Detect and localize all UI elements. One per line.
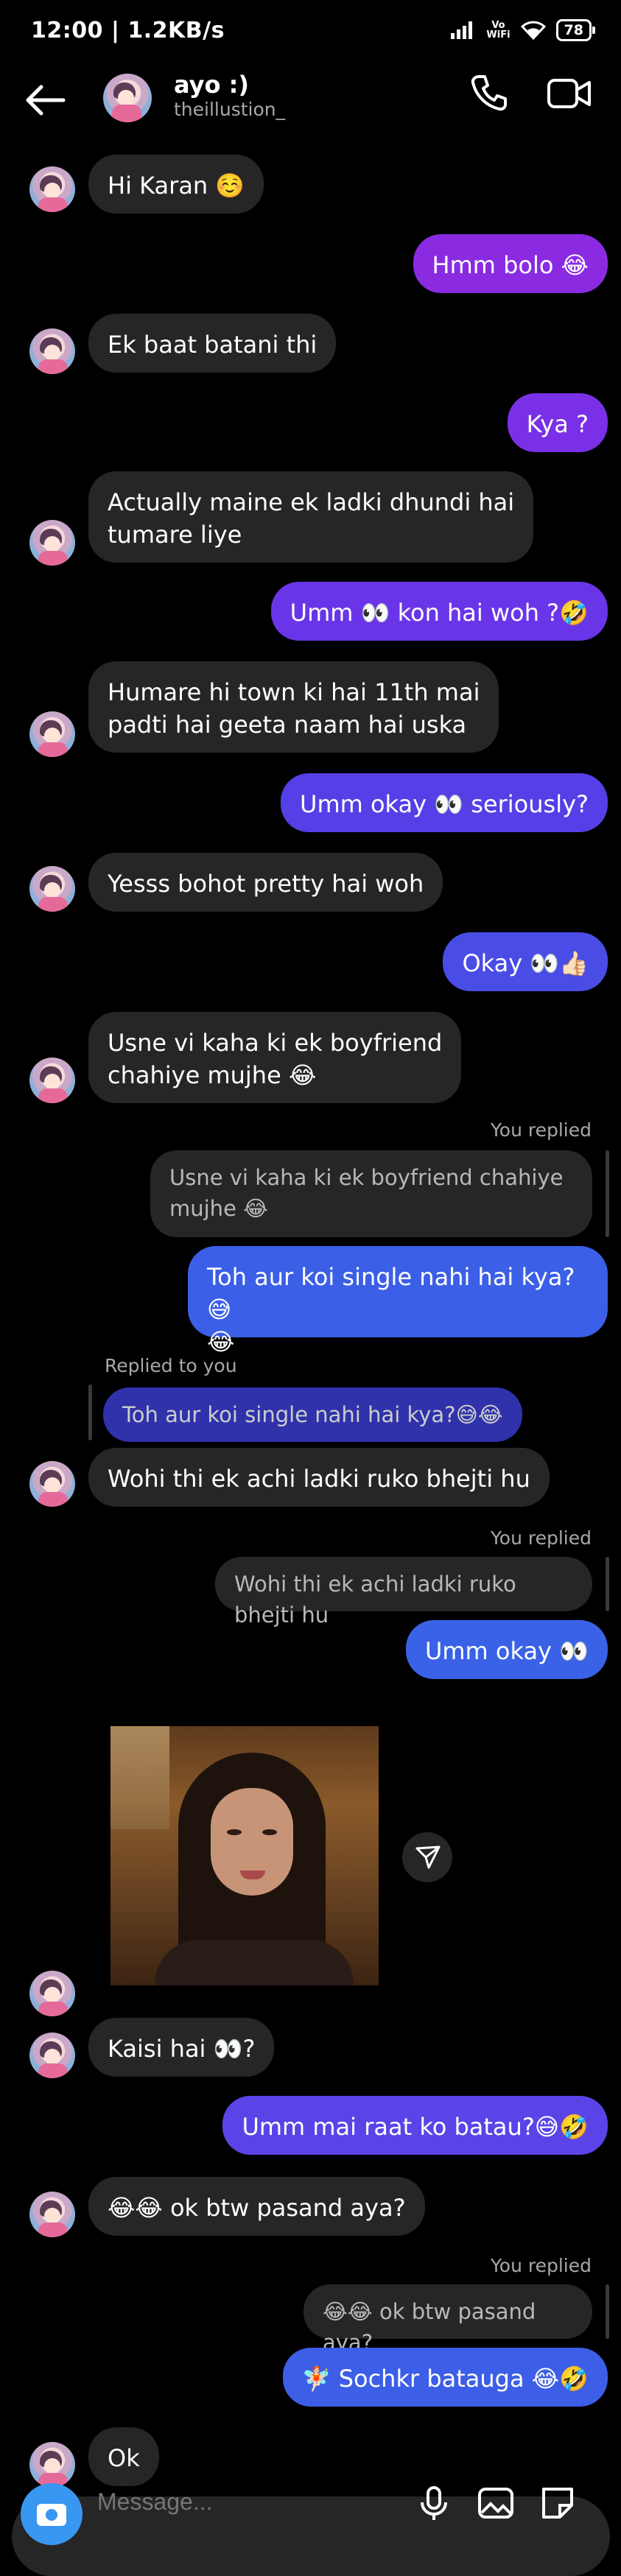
shared-photo[interactable] bbox=[110, 1726, 379, 1985]
reply-label: You replied bbox=[490, 1119, 592, 1141]
reply-bar bbox=[606, 1557, 609, 1611]
message-input[interactable] bbox=[96, 2488, 320, 2516]
incoming-message[interactable]: Hi Karan ☺️ bbox=[88, 155, 264, 214]
signal-icon bbox=[451, 21, 473, 39]
incoming-message[interactable]: Wohi thi ek achi ladki ruko bhejti hu bbox=[88, 1448, 550, 1507]
contact-username[interactable]: theillustion_ bbox=[174, 99, 285, 120]
battery-indicator: 78 bbox=[555, 19, 596, 41]
sticker-icon[interactable] bbox=[538, 2483, 578, 2523]
paper-plane-icon bbox=[415, 1845, 441, 1869]
camera-icon bbox=[37, 2504, 66, 2526]
quoted-message[interactable]: Usne vi kaha ki ek boyfriend chahiye muj… bbox=[150, 1150, 592, 1237]
sender-avatar[interactable] bbox=[29, 2192, 75, 2237]
sender-avatar[interactable] bbox=[29, 1058, 75, 1103]
sender-avatar[interactable] bbox=[29, 711, 75, 757]
clock-text: 12:00 bbox=[31, 18, 103, 43]
incoming-message[interactable]: Usne vi kaha ki ek boyfriend chahiye muj… bbox=[88, 1012, 462, 1103]
sender-avatar[interactable] bbox=[29, 520, 75, 566]
back-arrow-icon[interactable] bbox=[24, 82, 66, 118]
incoming-message[interactable]: Kaisi hai 👀? bbox=[88, 2018, 275, 2077]
sender-avatar[interactable] bbox=[29, 2033, 75, 2078]
status-time: 12:00 | 1.2KB/s bbox=[31, 18, 225, 43]
network-speed: 1.2KB/s bbox=[127, 18, 225, 43]
video-camera-icon[interactable] bbox=[547, 74, 592, 113]
outgoing-message[interactable]: Kya ? bbox=[507, 393, 608, 452]
incoming-message[interactable]: Actually maine ek ladki dhundi hai tumar… bbox=[88, 471, 534, 563]
share-button[interactable] bbox=[402, 1832, 452, 1882]
status-bar: 12:00 | 1.2KB/s Vo WiFi 78 bbox=[0, 0, 621, 66]
sender-avatar[interactable] bbox=[29, 1971, 75, 2016]
incoming-message[interactable]: Yesss bohot pretty hai woh bbox=[88, 853, 443, 912]
outgoing-message[interactable]: Okay 👀👍🏻 bbox=[443, 932, 608, 991]
status-icons: Vo WiFi 78 bbox=[451, 19, 596, 41]
camera-button[interactable] bbox=[21, 2483, 83, 2545]
sender-avatar[interactable] bbox=[29, 866, 75, 912]
reply-bar bbox=[606, 1150, 609, 1237]
outgoing-message[interactable]: Umm okay 👀 seriously? bbox=[281, 773, 608, 832]
incoming-message[interactable]: 😂😂 ok btw pasand aya? bbox=[88, 2177, 425, 2236]
header-avatar[interactable] bbox=[103, 74, 152, 122]
wifi-icon bbox=[520, 21, 546, 40]
sender-avatar[interactable] bbox=[29, 166, 75, 212]
outgoing-message[interactable]: Umm mai raat ko batau?😅🤣 bbox=[222, 2096, 608, 2155]
reply-bar bbox=[606, 2284, 609, 2339]
vowifi-bottom: WiFi bbox=[486, 29, 511, 41]
image-icon[interactable] bbox=[476, 2483, 516, 2523]
outgoing-message[interactable]: Umm 👀 kon hai woh ?🤣 bbox=[270, 582, 608, 641]
outgoing-message[interactable]: Hmm bolo 😂 bbox=[413, 234, 608, 293]
sender-avatar[interactable] bbox=[29, 2442, 75, 2488]
sender-avatar[interactable] bbox=[29, 1461, 75, 1507]
reply-label: You replied bbox=[490, 1527, 592, 1549]
incoming-message[interactable]: Ok bbox=[88, 2427, 159, 2486]
sender-avatar[interactable] bbox=[29, 328, 75, 374]
microphone-icon[interactable] bbox=[414, 2483, 454, 2523]
outgoing-message[interactable]: Umm okay 👀 bbox=[405, 1620, 608, 1679]
quoted-message[interactable]: Wohi thi ek achi ladki ruko bhejti hu bbox=[215, 1557, 592, 1627]
reply-bar bbox=[88, 1384, 92, 1440]
quoted-message[interactable]: Toh aur koi single nahi hai kya?😅😂 bbox=[103, 1387, 522, 1442]
quoted-message[interactable]: 😂😂 ok btw pasand aya? bbox=[304, 2284, 592, 2355]
vowifi-indicator: Vo WiFi bbox=[486, 21, 510, 40]
contact-name[interactable]: ayo :) bbox=[174, 71, 249, 99]
reply-label: You replied bbox=[490, 2255, 592, 2276]
outgoing-message[interactable]: Toh aur koi single nahi hai kya?😅 😂 bbox=[188, 1246, 608, 1356]
incoming-message[interactable]: Humare hi town ki hai 11th mai padti hai… bbox=[88, 661, 499, 753]
outgoing-message[interactable]: 🧚🏻 Sochkr batauga 😂🤣 bbox=[282, 2348, 608, 2407]
incoming-message[interactable]: Ek baat batani thi bbox=[88, 314, 337, 373]
phone-icon[interactable] bbox=[469, 72, 510, 113]
reply-label: Replied to you bbox=[105, 1355, 237, 1376]
